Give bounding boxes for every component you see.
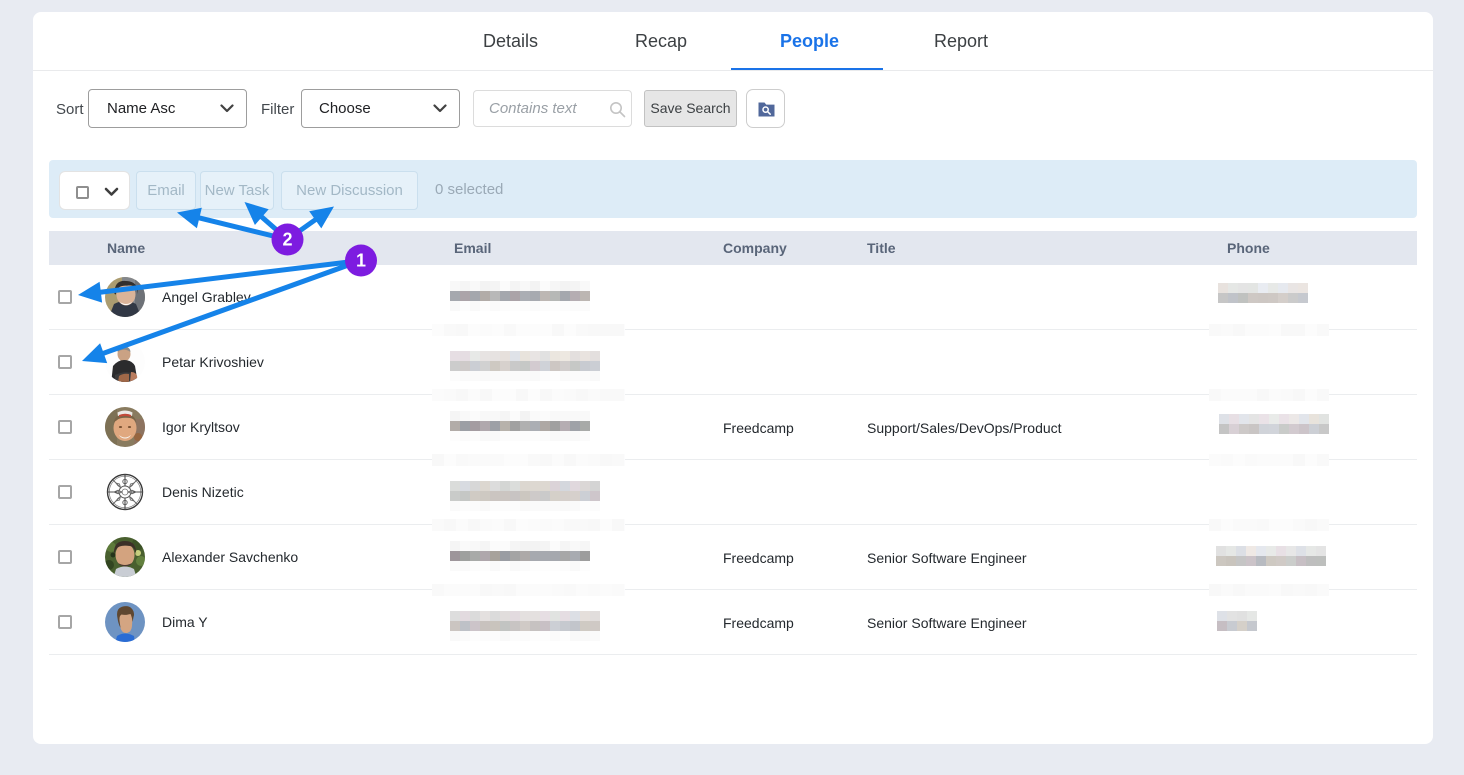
svg-text:1: 1 bbox=[356, 251, 366, 271]
svg-text:2: 2 bbox=[282, 230, 292, 250]
